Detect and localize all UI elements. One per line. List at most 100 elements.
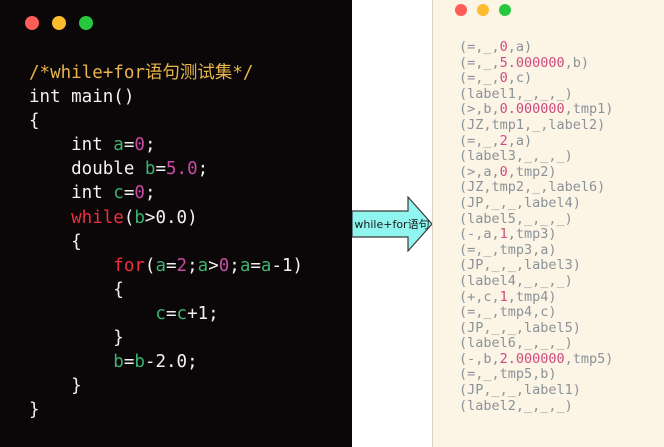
close-window-dot[interactable] xyxy=(25,16,39,30)
quadruple-token: (label1,_,_,_) xyxy=(459,85,573,102)
quadruple-line: (label3,_,_,_) xyxy=(459,148,613,165)
quadruple-token: (JZ,tmp1,_,label2) xyxy=(459,116,606,133)
quadruple-line: (=,_,5.000000,b) xyxy=(459,54,613,72)
quadruple-line: (JP,_,_,label1) xyxy=(459,382,613,399)
code-token: 5.0 xyxy=(166,159,198,180)
code-token: = xyxy=(165,303,177,324)
code-line: while(b>0.0) xyxy=(29,206,303,230)
code-token: } xyxy=(29,376,82,397)
quadruple-line: (=,_,0,a) xyxy=(459,39,613,56)
minimize-window-dot[interactable] xyxy=(477,4,489,16)
maximize-window-dot[interactable] xyxy=(499,4,511,16)
quadruple-line: (+,c,1,tmp4) xyxy=(459,288,613,306)
transform-arrow: while+for语句 xyxy=(352,196,434,252)
quadruple-token: (JP,_,_,label4) xyxy=(459,194,581,211)
quadruple-line: (label6,_,_,_) xyxy=(459,335,613,352)
quadruple-token: ,b) xyxy=(564,54,590,71)
code-token: b xyxy=(134,352,145,373)
minimize-window-dot[interactable] xyxy=(52,16,66,30)
quadruple-line: (label2,_,_,_) xyxy=(459,398,613,415)
code-token: ; xyxy=(187,255,198,276)
quadruple-token: ,tmp4) xyxy=(507,288,557,305)
quadruple-token: (=,_, xyxy=(459,70,500,87)
code-token: int xyxy=(29,183,114,204)
code-token: while xyxy=(29,207,124,228)
quadruple-token: (label6,_,_,_) xyxy=(459,335,573,352)
code-line: { xyxy=(29,230,303,254)
code-token: ; xyxy=(229,255,240,276)
code-token: { xyxy=(29,231,82,252)
code-token: a xyxy=(239,255,251,276)
code-token: } xyxy=(29,328,124,349)
quadruple-token: (JP,_,_,label1) xyxy=(459,382,581,399)
window-controls xyxy=(25,16,93,30)
code-line: } xyxy=(29,374,303,398)
code-line: int a=0; xyxy=(29,133,303,157)
code-token: /*while+for语句测试集*/ xyxy=(29,63,254,83)
code-token: -1) xyxy=(271,255,304,276)
code-token: 2 xyxy=(176,255,188,276)
quadruple-token: ,tmp1) xyxy=(564,101,614,118)
quadruple-token: 0 xyxy=(499,70,508,87)
code-token: c xyxy=(113,183,124,204)
quadruple-list: (=,_,0,a) (=,_,5.000000,b) (=,_,0,c) (label… xyxy=(459,39,614,415)
quadruple-line: (label1,_,_,_) xyxy=(459,85,613,103)
quadruple-token: (label5,_,_,_) xyxy=(459,210,573,227)
quadruple-token: (JP,_,_,label3) xyxy=(459,257,581,274)
code-token: a xyxy=(197,255,209,276)
quadruple-token: 1 xyxy=(499,288,508,305)
quadruple-token: (label3,_,_,_) xyxy=(459,148,573,165)
quadruple-token: 0 xyxy=(499,163,508,180)
quadruple-line: (=,_,tmp3,a) xyxy=(459,241,613,259)
code-token: = xyxy=(166,255,177,276)
maximize-window-dot[interactable] xyxy=(79,16,93,30)
code-token: c xyxy=(176,303,188,324)
code-line: c=c+1; xyxy=(29,302,303,326)
quadruple-line: (=,_,0,c) xyxy=(459,70,613,87)
quadruple-token: (=,_, xyxy=(459,132,500,149)
quadruple-token: ,a) xyxy=(507,132,533,149)
quadruple-token: (>,a, xyxy=(459,163,500,180)
code-token: b xyxy=(134,207,145,228)
code-token: } xyxy=(29,400,40,421)
code-line: } xyxy=(29,326,303,350)
code-line: b=b-2.0; xyxy=(29,350,303,374)
quadruple-token: (-,a, xyxy=(459,226,500,243)
code-line: { xyxy=(29,278,303,302)
code-line: int main() xyxy=(29,85,303,109)
code-line: for(a=2;a>0;a=a-1) xyxy=(29,254,303,278)
code-token: 0 xyxy=(134,183,145,204)
quadruple-line: (=,_,tmp4,c) xyxy=(459,304,613,321)
source-code-block: /*while+for语句测试集*/int main(){ int a=0; d… xyxy=(29,61,303,422)
code-line: } xyxy=(29,398,303,422)
quadruple-line: (JZ,tmp1,_,label2) xyxy=(459,116,613,134)
close-window-dot[interactable] xyxy=(455,4,467,16)
code-token: 0 xyxy=(134,135,145,156)
quadruple-token: 5.000000 xyxy=(499,54,565,71)
code-token: ( xyxy=(144,255,156,276)
code-token: 0 xyxy=(218,255,230,276)
quadruple-token: 2 xyxy=(499,132,508,149)
quadruple-line: (>,a,0,tmp2) xyxy=(459,163,613,181)
code-token: b xyxy=(144,159,156,180)
code-token: for xyxy=(29,255,145,276)
quadruple-line: (=,_,tmp5,b) xyxy=(459,367,613,383)
quadruple-line: (-,a,1,tmp3) xyxy=(459,226,613,243)
code-token: > xyxy=(208,255,219,276)
quadruple-token: ,a) xyxy=(507,39,533,55)
quadruple-line: (JP,_,_,label3) xyxy=(459,258,613,274)
quadruple-token: (=,_, xyxy=(459,54,500,71)
code-token: int xyxy=(29,135,114,156)
quadruple-token: ,tmp2) xyxy=(507,163,557,180)
code-token: -2.0; xyxy=(144,352,198,373)
code-token: ( xyxy=(123,207,135,228)
quadruple-token: (JZ,tmp2,_,label6) xyxy=(459,179,606,196)
quadruple-line: (label5,_,_,_) xyxy=(459,210,613,228)
code-token: ; xyxy=(144,135,156,156)
code-line: int c=0; xyxy=(29,181,303,205)
window-controls xyxy=(455,4,511,16)
source-code-pane: /*while+for语句测试集*/int main(){ int a=0; d… xyxy=(0,0,352,447)
quadruple-token: 2.000000 xyxy=(499,350,565,367)
quadruple-token: (=,_,tmp5,b) xyxy=(459,366,557,383)
quadruple-token: (=,_,tmp3,a) xyxy=(459,241,557,258)
